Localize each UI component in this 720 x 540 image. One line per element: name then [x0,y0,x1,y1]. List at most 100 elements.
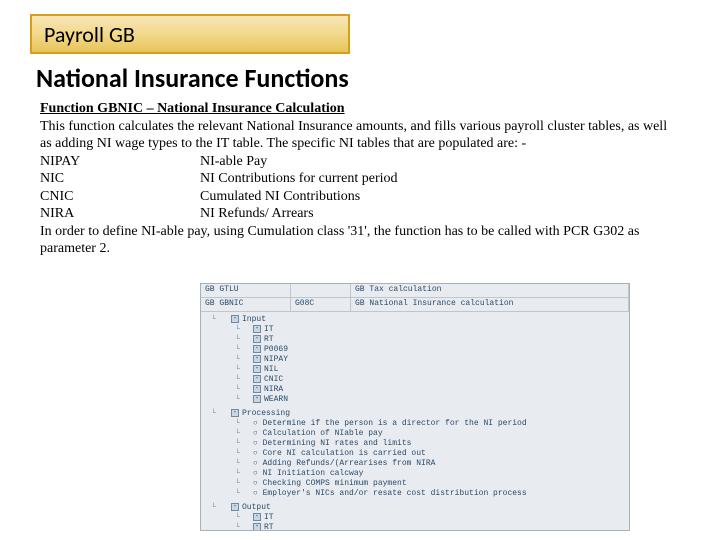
hdr2-c3: GB National Insurance calculation [351,298,629,311]
tree-label: IT [264,325,274,334]
tree-connector: └ [211,503,231,512]
tree-line: └IT [201,324,629,334]
sap-header-row-1: GB GTLU GB Tax calculation [201,284,629,298]
tree-line: └ Input [201,314,629,324]
subtitle: National Insurance Functions [36,62,349,94]
collapse-icon[interactable] [253,523,261,531]
collapse-icon[interactable] [253,325,261,333]
tree-label: ○ Checking COMPS minimum payment [253,479,407,488]
definition-code: NIRA [40,205,200,223]
tree-label: WEARN [264,395,288,404]
tree-line: └○ Checking COMPS minimum payment [201,478,629,488]
sap-tree-body: └Input└IT└RT└P0069└NIPAY└NIL└CNIC└NIRA└W… [201,312,629,531]
tree-connector: └ [235,439,253,448]
sap-tree-panel: GB GTLU GB Tax calculation GB GBNIC G08C… [200,283,630,531]
tree-connector: └ [235,489,253,498]
paragraph-1: This function calculates the relevant Na… [40,118,680,153]
definition-table: NIPAYNI-able PayNICNI Contributions for … [40,153,680,223]
tree-line: └ IT [201,512,629,522]
tree-label: RT [264,523,274,532]
function-heading: Function GBNIC – National Insurance Calc… [40,100,680,118]
tree-connector: └ [235,469,253,478]
content-block: Function GBNIC – National Insurance Calc… [40,100,680,258]
hdr1-c2 [291,284,351,297]
definition-desc: NI Refunds/ Arrears [200,205,680,223]
tree-connector: └ [235,523,253,532]
tree-connector: └ [235,459,253,468]
tree-label: Input [242,315,266,324]
definition-row: NIPAYNI-able Pay [40,153,680,171]
definition-row: NIRANI Refunds/ Arrears [40,205,680,223]
tree-label: NIPAY [264,355,288,364]
tree-label: NIRA [264,385,283,394]
definition-row: CNICCumulated NI Contributions [40,188,680,206]
hdr2-c1: GB GBNIC [201,298,291,311]
tree-label: RT [264,335,274,344]
tree-connector: └ [235,395,253,404]
tree-label: ○ Determining NI rates and limits [253,439,411,448]
tree-label: ○ Calculation of NIable pay [253,429,383,438]
definition-code: NIC [40,170,200,188]
tree-connector: └ [235,345,253,354]
tree-line: └ WEARN [201,394,629,404]
tree-label: ○ Adding Refunds/(Arrearises from NIRA [253,459,435,468]
tree-line: └CNIC [201,374,629,384]
collapse-icon[interactable] [231,315,239,323]
tree-connector: └ [211,315,231,324]
collapse-icon[interactable] [253,513,261,521]
tree-connector: └ [235,513,253,522]
sap-header-row-2: GB GBNIC G08C GB National Insurance calc… [201,298,629,312]
tree-connector: └ [235,355,253,364]
tree-line: └NIL [201,364,629,374]
title-text: Payroll GB [44,21,135,48]
tree-connector: └ [235,429,253,438]
tree-line: └ Processing [201,408,629,418]
definition-desc: NI Contributions for current period [200,170,680,188]
tree-line: └ RT [201,522,629,531]
definition-desc: NI-able Pay [200,153,680,171]
paragraph-2: In order to define NI-able pay, using Cu… [40,223,680,258]
collapse-icon[interactable] [253,335,261,343]
tree-connector: └ [235,449,253,458]
tree-line: └ RT [201,334,629,344]
tree-connector: └ [211,409,231,418]
tree-label: Processing [242,409,290,418]
collapse-icon[interactable] [231,503,239,511]
tree-line: └○ Employer's NICs and/or resate cost di… [201,488,629,498]
hdr2-c2: G08C [291,298,351,311]
definition-desc: Cumulated NI Contributions [200,188,680,206]
tree-label: Output [242,503,271,512]
tree-label: ○ Determine if the person is a director … [253,419,527,428]
tree-line: └ P0069 [201,344,629,354]
tree-line: └○ Adding Refunds/(Arrearises from NIRA [201,458,629,468]
hdr1-c1: GB GTLU [201,284,291,297]
tree-line: └○ Determining NI rates and limits [201,438,629,448]
collapse-icon[interactable] [231,409,239,417]
tree-label: ○ Core NI calculation is carried out [253,449,426,458]
tree-label: CNIC [264,375,283,384]
collapse-icon[interactable] [253,355,261,363]
hdr1-c3: GB Tax calculation [351,284,629,297]
tree-line: └○ Calculation of NIable pay [201,428,629,438]
tree-line: └○ NI Initiation calcway [201,468,629,478]
tree-line: └NIRA [201,384,629,394]
tree-line: └ NIPAY [201,354,629,364]
tree-label: ○ NI Initiation calcway [253,469,363,478]
tree-connector: └ [235,335,253,344]
tree-connector: └ [235,365,253,374]
tree-line: └ Output [201,502,629,512]
tree-connector: └ [235,479,253,488]
collapse-icon[interactable] [253,385,261,393]
definition-row: NICNI Contributions for current period [40,170,680,188]
collapse-icon[interactable] [253,375,261,383]
collapse-icon[interactable] [253,365,261,373]
tree-label: ○ Employer's NICs and/or resate cost dis… [253,489,527,498]
tree-label: P0069 [264,345,288,354]
collapse-icon[interactable] [253,395,261,403]
tree-line: └○ Core NI calculation is carried out [201,448,629,458]
tree-connector: └ [235,419,253,428]
definition-code: NIPAY [40,153,200,171]
tree-line: └○ Determine if the person is a director… [201,418,629,428]
collapse-icon[interactable] [253,345,261,353]
tree-label: IT [264,513,274,522]
